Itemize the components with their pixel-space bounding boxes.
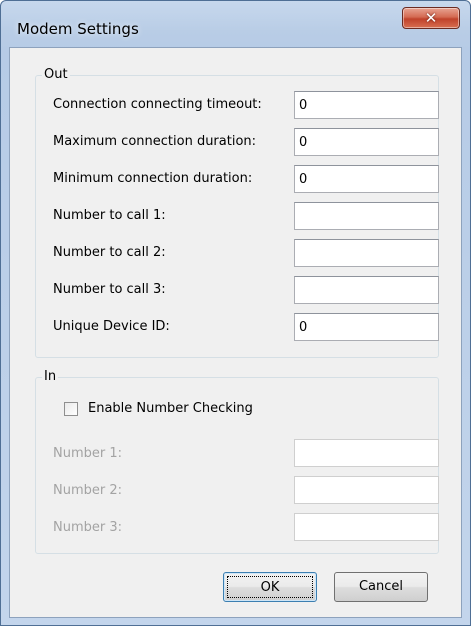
- unique-device-id-input[interactable]: [294, 313, 439, 341]
- number-to-call-3-input[interactable]: [294, 276, 439, 304]
- number-to-call-3-label: Number to call 3:: [53, 282, 166, 297]
- number-to-call-1-label: Number to call 1:: [53, 208, 166, 223]
- number-2-input[interactable]: [294, 476, 439, 504]
- window-title: Modem Settings: [17, 20, 139, 38]
- cancel-button-label: Cancel: [358, 579, 404, 594]
- dialog-client-area: Out Connection connecting timeout: Maxim…: [9, 47, 462, 618]
- number-2-label: Number 2:: [53, 483, 123, 498]
- min-duration-label: Minimum connection duration:: [53, 171, 253, 186]
- number-to-call-2-label: Number to call 2:: [53, 245, 166, 260]
- max-duration-input[interactable]: [294, 128, 439, 156]
- ok-button-label: OK: [227, 576, 313, 598]
- number-3-input[interactable]: [294, 513, 439, 541]
- unique-device-id-label: Unique Device ID:: [53, 319, 170, 334]
- number-3-label: Number 3:: [53, 520, 123, 535]
- number-1-input[interactable]: [294, 439, 439, 467]
- out-group: Out Connection connecting timeout: Maxim…: [35, 67, 439, 358]
- number-to-call-2-input[interactable]: [294, 239, 439, 267]
- enable-number-checking-label[interactable]: Enable Number Checking: [88, 401, 253, 417]
- ok-button[interactable]: OK: [223, 572, 317, 602]
- enable-number-checking-checkbox[interactable]: [64, 402, 78, 416]
- connection-timeout-label: Connection connecting timeout:: [53, 97, 262, 112]
- modem-settings-window: Modem Settings ✕ Out Connection connecti…: [0, 0, 471, 626]
- connection-timeout-input[interactable]: [294, 91, 439, 119]
- number-1-label: Number 1:: [53, 446, 123, 461]
- number-to-call-1-input[interactable]: [294, 202, 439, 230]
- min-duration-input[interactable]: [294, 165, 439, 193]
- close-button[interactable]: ✕: [402, 7, 460, 29]
- close-icon: ✕: [424, 9, 438, 27]
- in-group-legend: In: [42, 369, 59, 385]
- max-duration-label: Maximum connection duration:: [53, 134, 257, 149]
- cancel-button[interactable]: Cancel: [334, 572, 428, 602]
- out-group-legend: Out: [42, 67, 70, 83]
- in-group: In Enable Number Checking Number 1: Numb…: [35, 369, 439, 554]
